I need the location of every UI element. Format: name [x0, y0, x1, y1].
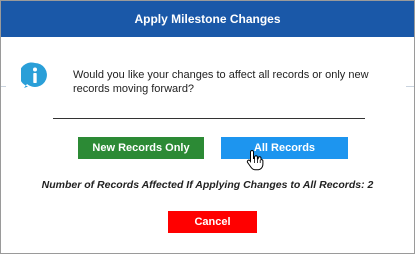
dialog-titlebar: Apply Milestone Changes — [1, 1, 414, 37]
all-records-button[interactable]: All Records — [221, 137, 348, 159]
dialog-message: Would you like your changes to affect al… — [73, 69, 369, 95]
info-icon — [21, 62, 47, 88]
new-records-only-label: New Records Only — [92, 142, 190, 154]
divider — [53, 118, 365, 119]
cancel-label: Cancel — [194, 216, 231, 228]
apply-milestone-dialog: Apply Milestone Changes Would you like y… — [0, 0, 415, 254]
background-edge-line-right — [406, 86, 414, 87]
background-edge-line-left — [1, 86, 6, 87]
dialog-title: Apply Milestone Changes — [134, 12, 281, 26]
cancel-button[interactable]: Cancel — [168, 211, 257, 233]
hand-cursor-icon — [246, 149, 264, 171]
records-affected-text: Number of Records Affected If Applying C… — [41, 179, 374, 191]
new-records-only-button[interactable]: New Records Only — [78, 137, 204, 159]
